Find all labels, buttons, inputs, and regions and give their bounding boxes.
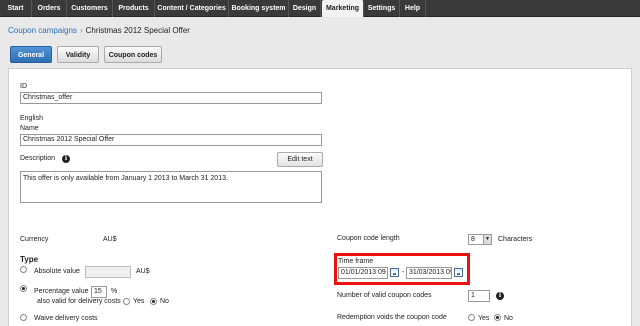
language-label: English — [20, 115, 43, 122]
redemption-yes-radio[interactable] — [468, 314, 475, 321]
waive-delivery-label: Waive delivery costs — [34, 315, 98, 322]
redemption-label: Redemption voids the coupon code — [337, 314, 447, 321]
id-label: ID — [20, 83, 27, 90]
percentage-unit: % — [111, 288, 118, 295]
breadcrumb-parent-link[interactable]: Coupon campaigns — [8, 26, 77, 35]
percentage-field[interactable]: 15 — [91, 286, 107, 298]
nav-help[interactable]: Help — [400, 0, 426, 17]
absolute-value-label: Absolute value — [34, 268, 80, 275]
top-navigation: Start Orders Customers Products Content … — [0, 0, 640, 17]
characters-label: Characters — [498, 236, 533, 243]
tab-general[interactable]: General — [10, 46, 52, 63]
nav-content-categories[interactable]: Content / Categories — [155, 0, 229, 17]
currency-label: Currency — [20, 236, 49, 243]
waive-delivery-radio[interactable] — [20, 314, 27, 321]
id-field[interactable]: Christmas_offer — [20, 92, 322, 104]
type-label: Type — [20, 255, 39, 264]
nav-products[interactable]: Products — [113, 0, 155, 17]
dropdown-arrow-icon: ▼ — [483, 235, 491, 244]
percentage-value-radio[interactable] — [20, 285, 27, 292]
breadcrumb-separator: › — [79, 26, 83, 35]
absolute-value-field[interactable] — [85, 266, 131, 278]
nav-customers[interactable]: Customers — [67, 0, 113, 17]
name-label: Name — [20, 125, 39, 132]
tab-coupon-codes[interactable]: Coupon codes — [104, 46, 162, 63]
redemption-no-label: No — [504, 315, 513, 322]
delivery-valid-no-radio[interactable] — [150, 298, 157, 305]
valid-codes-label: Number of valid coupon codes — [337, 292, 432, 299]
nav-start[interactable]: Start — [0, 0, 32, 17]
currency-value: AU$ — [103, 236, 117, 243]
nav-settings[interactable]: Settings — [364, 0, 400, 17]
absolute-value-radio[interactable] — [20, 266, 27, 273]
timeframe-highlight — [334, 253, 470, 285]
delivery-valid-yes-label: Yes — [133, 298, 145, 305]
nav-marketing[interactable]: Marketing — [322, 0, 364, 17]
info-icon[interactable]: i — [62, 155, 70, 163]
code-length-select[interactable]: 8 ▼ — [468, 234, 492, 245]
description-textarea[interactable]: This offer is only available from Januar… — [20, 171, 322, 203]
delivery-valid-yes-radio[interactable] — [123, 298, 130, 305]
breadcrumb-current: Christmas 2012 Special Offer — [85, 26, 190, 35]
tab-validity[interactable]: Validity — [57, 46, 99, 63]
delivery-valid-label: also valid for delivery costs — [37, 298, 121, 305]
code-length-label: Coupon code length — [337, 235, 400, 242]
delivery-valid-no-label: No — [160, 298, 169, 305]
redemption-no-radio[interactable] — [494, 314, 501, 321]
redemption-yes-label: Yes — [478, 315, 490, 322]
info-icon[interactable]: i — [496, 292, 504, 300]
name-field[interactable]: Christmas 2012 Special Offer — [20, 134, 322, 146]
code-length-value: 8 — [471, 236, 475, 243]
nav-booking-system[interactable]: Booking system — [229, 0, 289, 17]
nav-design[interactable]: Design — [289, 0, 321, 17]
percentage-value-label: Percentage value — [34, 288, 89, 295]
description-label: Description — [20, 155, 56, 162]
nav-orders[interactable]: Orders — [32, 0, 67, 17]
absolute-unit: AU$ — [136, 268, 150, 275]
valid-codes-field[interactable]: 1 — [468, 290, 490, 302]
edit-text-button[interactable]: Edit text — [277, 152, 323, 167]
breadcrumb: Coupon campaigns › Christmas 2012 Special … — [8, 26, 190, 35]
